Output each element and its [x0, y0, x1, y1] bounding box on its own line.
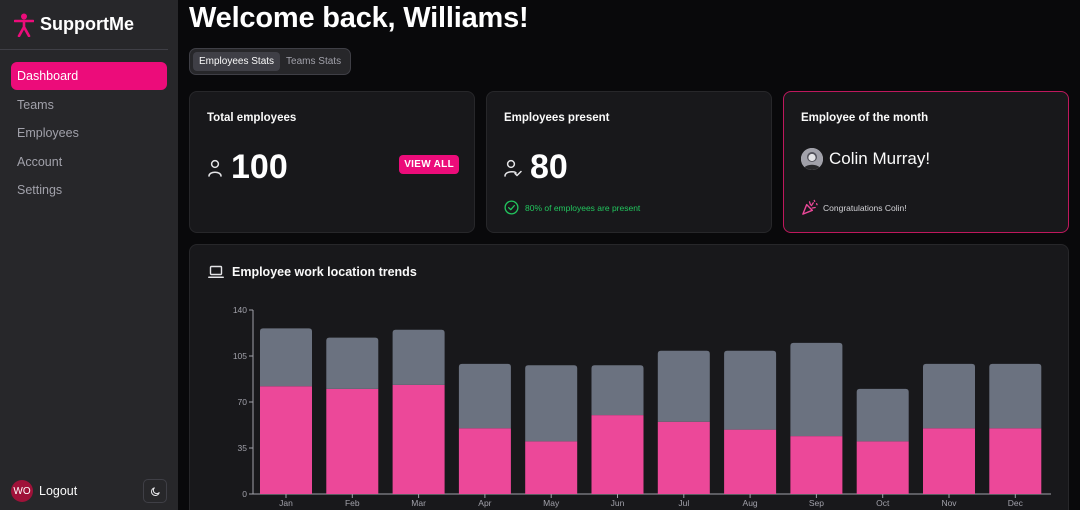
sidebar-item-dashboard[interactable]: Dashboard: [11, 62, 167, 90]
y-tick-label: 70: [238, 397, 248, 407]
employee-photo: [801, 148, 823, 170]
user-icon: [208, 159, 222, 177]
x-tick-label: Mar: [411, 498, 426, 508]
bar-segment-office: [657, 421, 710, 494]
bar-segment-remote: [989, 363, 1042, 429]
bar-segment-remote: [591, 365, 644, 416]
x-tick-label: Jun: [611, 498, 625, 508]
brand-name: SupportMe: [40, 14, 134, 34]
y-tick-label: 0: [242, 489, 247, 499]
sidebar: SupportMe Dashboard Teams Employees Acco…: [0, 0, 178, 510]
stat-row: 80: [504, 148, 568, 187]
employee-of-month-name: Colin Murray!: [829, 149, 931, 168]
employees-present-card: Employees present 80 80% of employees ar…: [486, 91, 772, 233]
x-tick-label: Aug: [743, 498, 758, 508]
brand[interactable]: SupportMe: [0, 0, 168, 50]
bar-segment-office: [724, 429, 777, 494]
y-tick-label: 35: [238, 443, 248, 453]
bar-segment-remote: [458, 363, 511, 429]
eom-row: Colin Murray!: [801, 148, 930, 170]
view-all-button[interactable]: VIEW ALL: [399, 155, 459, 174]
card-title: Employees present: [504, 112, 610, 124]
bar-segment-office: [989, 428, 1042, 494]
stats-tabs: Employees Stats Teams Stats: [189, 48, 352, 75]
bar-segment-remote: [923, 363, 975, 429]
x-tick-label: May: [543, 498, 560, 508]
sidebar-item-employees[interactable]: Employees: [11, 119, 167, 147]
sidebar-footer: WO Logout: [0, 476, 178, 506]
y-tick-label: 140: [233, 305, 247, 315]
total-employees-value: 100: [231, 148, 288, 186]
x-tick-label: Jul: [678, 498, 689, 508]
user-check-icon: [504, 159, 522, 177]
work-location-chart-card: Employee work location trends 0 35 70 105 14…: [189, 244, 1069, 510]
tab-teams-stats[interactable]: Teams Stats: [280, 52, 347, 71]
present-note: 80% of employees are present: [504, 200, 640, 215]
bar-segment-office: [458, 428, 511, 494]
work-location-bar-chart: 0 35 70 105 140 Jan Feb Mar Apr May Jun Jul Aug Sep Oc…: [233, 305, 1051, 508]
x-tick-label: Oct: [876, 498, 890, 508]
sidebar-item-teams[interactable]: Teams: [11, 91, 167, 119]
bar-segment-office: [326, 388, 379, 494]
bar-segment-office: [525, 441, 578, 494]
bar-segment-office: [392, 384, 445, 494]
theme-toggle-button[interactable]: [143, 479, 167, 503]
x-tick-label: Sep: [809, 498, 824, 508]
x-tick-label: Dec: [1008, 498, 1024, 508]
congrats-text: Congratulations Colin!: [823, 202, 907, 213]
bar-segment-remote: [326, 337, 379, 389]
avatar[interactable]: WO: [11, 480, 33, 502]
total-employees-card: Total employees 100 VIEW ALL: [189, 91, 475, 233]
party-popper-icon: [802, 199, 818, 215]
bar-segment-remote: [724, 350, 777, 430]
congrats-note: Congratulations Colin!: [801, 199, 907, 216]
bar-segment-office: [856, 441, 909, 494]
person-logo-icon: [14, 13, 34, 37]
moon-icon: [150, 486, 160, 496]
bar-segment-office: [591, 415, 644, 494]
card-title: Total employees: [207, 112, 297, 124]
bar-segment-remote: [856, 388, 909, 442]
x-tick-label: Nov: [941, 498, 957, 508]
bar-segment-office: [923, 428, 975, 494]
employees-present-value: 80: [530, 148, 568, 186]
page-title: Welcome back, Williams!: [189, 2, 529, 34]
main-content: Welcome back, Williams! Employees Stats …: [189, 0, 1069, 510]
x-tick-label: Jan: [279, 498, 293, 508]
sidebar-nav: Dashboard Teams Employees Account Settin…: [0, 50, 178, 205]
y-tick-label: 105: [233, 351, 247, 361]
x-tick-label: Apr: [478, 498, 491, 508]
bar-segment-remote: [790, 342, 843, 437]
tab-employees-stats[interactable]: Employees Stats: [193, 52, 281, 71]
sidebar-item-account[interactable]: Account: [11, 148, 167, 176]
sidebar-item-settings[interactable]: Settings: [11, 176, 167, 204]
card-title: Employee of the month: [801, 112, 929, 124]
bar-segment-remote: [657, 350, 710, 422]
stat-row: 100: [207, 148, 288, 187]
bar-segment-office: [260, 386, 312, 494]
logout-button[interactable]: Logout: [39, 484, 77, 498]
bar-segment-remote: [525, 365, 578, 442]
bar-segment-remote: [392, 329, 445, 385]
x-tick-label: Feb: [345, 498, 360, 508]
present-note-text: 80% of employees are present: [525, 202, 641, 213]
check-circle-icon: [504, 200, 519, 215]
employee-of-month-card: Employee of the month Colin Murray! Cong…: [783, 91, 1069, 233]
bar-segment-office: [790, 436, 843, 494]
bar-segment-remote: [260, 328, 312, 387]
